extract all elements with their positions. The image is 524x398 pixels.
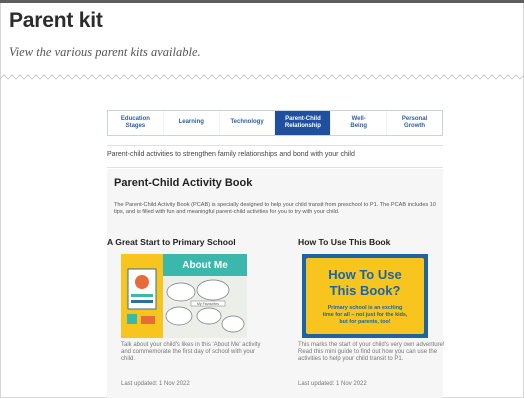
- tab-personal-growth[interactable]: Personal Growth: [387, 111, 442, 135]
- section-description: The Parent-Child Activity Book (PCAB) is…: [114, 202, 437, 215]
- kit-card-great-start[interactable]: A Great Start to Primary School About Me: [107, 237, 263, 387]
- page-title: Parent kit: [9, 9, 103, 32]
- svg-text:How To Use: How To Use: [328, 267, 401, 282]
- tab-label: Personal Growth: [401, 115, 428, 130]
- page-subtitle: View the various parent kits available.: [9, 45, 201, 59]
- card-description: Talk about your child's likes in this 'A…: [121, 342, 261, 363]
- category-intro: Parent-child activities to strengthen fa…: [107, 151, 355, 158]
- tab-well-being[interactable]: Well- Being: [331, 111, 388, 135]
- tab-label: Learning: [178, 119, 204, 126]
- card-description: This marks the start of your child's ver…: [298, 342, 445, 363]
- divider: [107, 167, 443, 168]
- tab-label: Education Stages: [120, 115, 150, 130]
- kit-card-how-to-use[interactable]: How To Use This Book How To Use This Boo…: [298, 237, 454, 387]
- card-updated-date: Last updated: 1 Nov 2022: [121, 381, 190, 387]
- svg-text:but for parents, too!: but for parents, too!: [339, 319, 390, 325]
- svg-text:My Favourites: My Favourites: [197, 302, 219, 306]
- card-updated-date: Last updated: 1 Nov 2022: [298, 381, 367, 387]
- tab-learning[interactable]: Learning: [164, 111, 220, 135]
- decorative-divider: [0, 74, 524, 80]
- divider: [107, 145, 443, 146]
- activity-book-section: Parent-Child Activity Book The Parent-Ch…: [107, 169, 445, 398]
- svg-text:time for all – not just for th: time for all – not just for the kids,: [323, 312, 408, 318]
- category-tabs: Education Stages Learning Technology Pare…: [107, 110, 443, 136]
- card-thumbnail[interactable]: About Me My Favourites: [121, 254, 247, 338]
- card-title[interactable]: A Great Start to Primary School: [107, 237, 263, 247]
- tab-label: Well- Being: [350, 115, 368, 130]
- card-thumbnail[interactable]: How To Use This Book? Primary school is …: [302, 254, 428, 338]
- tab-technology[interactable]: Technology: [220, 111, 276, 135]
- svg-text:About Me: About Me: [182, 260, 228, 271]
- tab-education-stages[interactable]: Education Stages: [108, 111, 164, 135]
- svg-text:This Book?: This Book?: [330, 283, 401, 298]
- svg-text:Primary school is an exciting: Primary school is an exciting: [328, 305, 403, 311]
- section-title: Parent-Child Activity Book: [114, 177, 253, 189]
- tab-label: Technology: [230, 119, 264, 126]
- tab-label: Parent-Child Relationship: [284, 115, 321, 130]
- tab-parent-child-relationship[interactable]: Parent-Child Relationship: [275, 111, 332, 135]
- card-title[interactable]: How To Use This Book: [298, 237, 454, 247]
- top-border: [0, 0, 524, 3]
